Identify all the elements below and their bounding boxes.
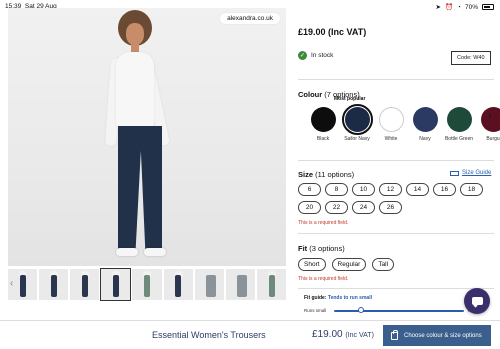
fit-error: This is a required field. — [298, 276, 349, 282]
slider-label-left: Runs small — [304, 308, 327, 313]
stock-status: ✓ In stock — [298, 51, 333, 60]
fit-option[interactable]: Short — [298, 258, 326, 271]
size-option[interactable]: 26 — [379, 201, 402, 214]
swatch-color — [378, 107, 404, 132]
size-option[interactable]: 16 — [433, 183, 456, 196]
stock-label: In stock — [311, 52, 334, 59]
size-options: 6 8 10 12 14 16 18 20 22 24 26 — [298, 183, 494, 214]
fit-title: Fit (3 options) — [298, 244, 345, 253]
chat-bubble-icon — [471, 297, 483, 305]
size-option[interactable]: 8 — [325, 183, 348, 196]
sticky-bottom-bar: Essential Women's Trousers £19.00 (Inc V… — [0, 320, 500, 349]
bottom-price: £19.00 (Inc VAT) — [312, 329, 374, 340]
swatch-color — [341, 104, 373, 135]
url-pill: alexandra.co.uk — [220, 13, 280, 24]
divider — [298, 79, 494, 80]
swatch-color — [446, 107, 472, 132]
thumbnail[interactable] — [194, 269, 224, 300]
ruler-icon — [450, 170, 459, 176]
size-option[interactable]: 20 — [298, 201, 321, 214]
chat-button[interactable] — [464, 288, 490, 314]
size-option[interactable]: 22 — [325, 201, 348, 214]
colour-swatches: Black Sailor Navy White Navy Bottle Green Bur… — [302, 104, 500, 154]
thumbnail[interactable] — [163, 269, 193, 300]
fit-option[interactable]: Regular — [331, 258, 367, 271]
swatch-color — [310, 107, 336, 132]
size-option[interactable]: 24 — [352, 201, 375, 214]
size-option[interactable]: 6 — [298, 183, 321, 196]
thumbnail[interactable] — [256, 269, 286, 300]
colour-swatch[interactable]: Burgu — [472, 104, 500, 142]
fit-slider-track — [334, 310, 464, 312]
fit-options: Short Regular Tall — [298, 258, 395, 271]
product-price: £19.00 (Inc VAT) — [298, 27, 367, 37]
thumbnail-selected[interactable] — [100, 268, 132, 301]
chevron-left-icon[interactable]: ‹ — [10, 278, 13, 289]
size-option[interactable]: 14 — [406, 183, 429, 196]
size-option[interactable]: 10 — [352, 183, 375, 196]
size-option[interactable]: 12 — [379, 183, 402, 196]
product-code: Code: W40 — [451, 51, 491, 65]
swatch-label: Burgu — [486, 136, 500, 142]
fit-slider-knob — [358, 307, 364, 313]
size-title: Size (11 options) — [298, 170, 355, 179]
most-popular-badge: Most popular — [334, 96, 366, 102]
fit-option[interactable]: Tall — [372, 258, 395, 271]
thumbnail[interactable] — [39, 269, 69, 300]
size-error: This is a required field. — [298, 220, 349, 226]
size-option[interactable]: 18 — [460, 183, 483, 196]
divider — [298, 160, 494, 161]
thumbnail[interactable] — [132, 269, 162, 300]
swatch-color — [412, 107, 438, 132]
size-guide-link[interactable]: Size Guide — [450, 170, 491, 176]
divider — [298, 288, 494, 289]
fit-guide: Fit guide: Tends to run small — [304, 295, 372, 301]
product-title: Essential Women's Trousers — [152, 330, 266, 340]
choose-options-button[interactable]: Choose colour & size options — [383, 325, 491, 346]
check-icon: ✓ — [298, 51, 307, 60]
thumbnail[interactable] — [225, 269, 255, 300]
chevron-right-icon[interactable]: › — [488, 110, 491, 121]
thumbnail[interactable] — [70, 269, 100, 300]
divider — [298, 233, 494, 234]
thumbnail-strip — [8, 268, 286, 301]
product-options-panel: £19.00 (Inc VAT) ✓ In stock Code: W40 Co… — [298, 0, 500, 320]
product-main-image[interactable]: alexandra.co.uk — [8, 8, 286, 266]
shopping-bag-icon — [391, 329, 398, 340]
